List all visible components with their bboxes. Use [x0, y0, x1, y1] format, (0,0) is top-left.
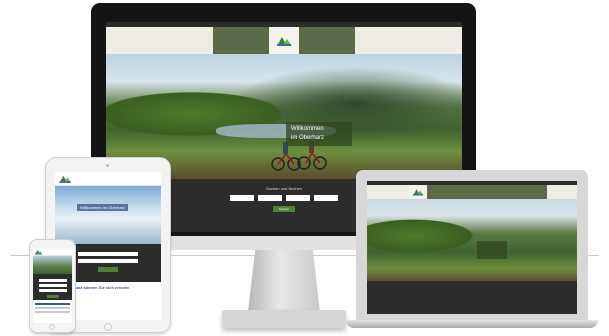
mountain-logo-icon[interactable]	[35, 250, 43, 255]
phone-home-button	[49, 324, 55, 330]
tablet-header	[55, 172, 161, 186]
phone-field[interactable]	[38, 279, 67, 282]
nav-item-2[interactable]	[241, 27, 269, 54]
nav-bar	[213, 27, 355, 54]
site-logo[interactable]	[269, 27, 299, 54]
nav-item-3[interactable]	[299, 27, 327, 54]
monitor-stand-neck	[248, 250, 320, 312]
laptop-navigation	[367, 185, 577, 199]
phone-screen	[33, 249, 72, 323]
laptop-base	[346, 320, 598, 328]
mountain-logo-icon[interactable]	[59, 175, 72, 183]
nav-item-4[interactable]	[327, 27, 355, 54]
laptop-hero-image	[367, 199, 577, 281]
phone-text-line	[35, 311, 70, 313]
nav-item-1[interactable]	[213, 27, 241, 54]
phone-header	[33, 249, 72, 256]
departure-field[interactable]	[258, 195, 282, 201]
phone-hero-image	[33, 256, 72, 274]
main-navigation	[106, 27, 462, 54]
hero-title-line1: Willkommen	[291, 126, 324, 132]
laptop-hero-title	[477, 241, 507, 259]
phone-field[interactable]	[38, 284, 67, 287]
type-field[interactable]	[314, 195, 338, 201]
hero-title-line2: im Oberharz	[291, 135, 325, 141]
tablet-field[interactable]	[78, 252, 138, 256]
phone-field[interactable]	[38, 289, 67, 292]
laptop-booking-panel	[367, 281, 577, 314]
phone-search-button[interactable]	[46, 295, 59, 298]
monitor-stand-foot	[222, 310, 346, 328]
laptop-lid	[356, 170, 588, 322]
tablet-field[interactable]	[78, 259, 138, 263]
mountain-logo-icon	[277, 36, 292, 46]
hero-title: Willkommen im Oberharz	[286, 122, 352, 146]
laptop	[346, 170, 598, 328]
phone-text-line	[35, 307, 70, 309]
mountain-logo-icon	[413, 189, 424, 196]
tablet-hero-image: Willkommen im Oberharz	[55, 186, 161, 244]
laptop-site-logo[interactable]	[409, 185, 427, 199]
tablet-camera	[106, 164, 109, 167]
phone	[30, 240, 75, 332]
phone-booking-panel	[33, 274, 72, 300]
laptop-screen	[367, 181, 577, 314]
phone-content	[33, 300, 72, 320]
guests-field[interactable]	[286, 195, 310, 201]
tablet-home-button	[104, 323, 112, 331]
laptop-nav-bar	[427, 185, 547, 199]
arrival-field[interactable]	[230, 195, 254, 201]
tablet-hero-title: Willkommen im Oberharz	[77, 204, 128, 211]
tablet-search-button[interactable]	[98, 267, 118, 272]
phone-heading-line	[35, 303, 70, 305]
search-button[interactable]: Suchen	[273, 206, 295, 212]
